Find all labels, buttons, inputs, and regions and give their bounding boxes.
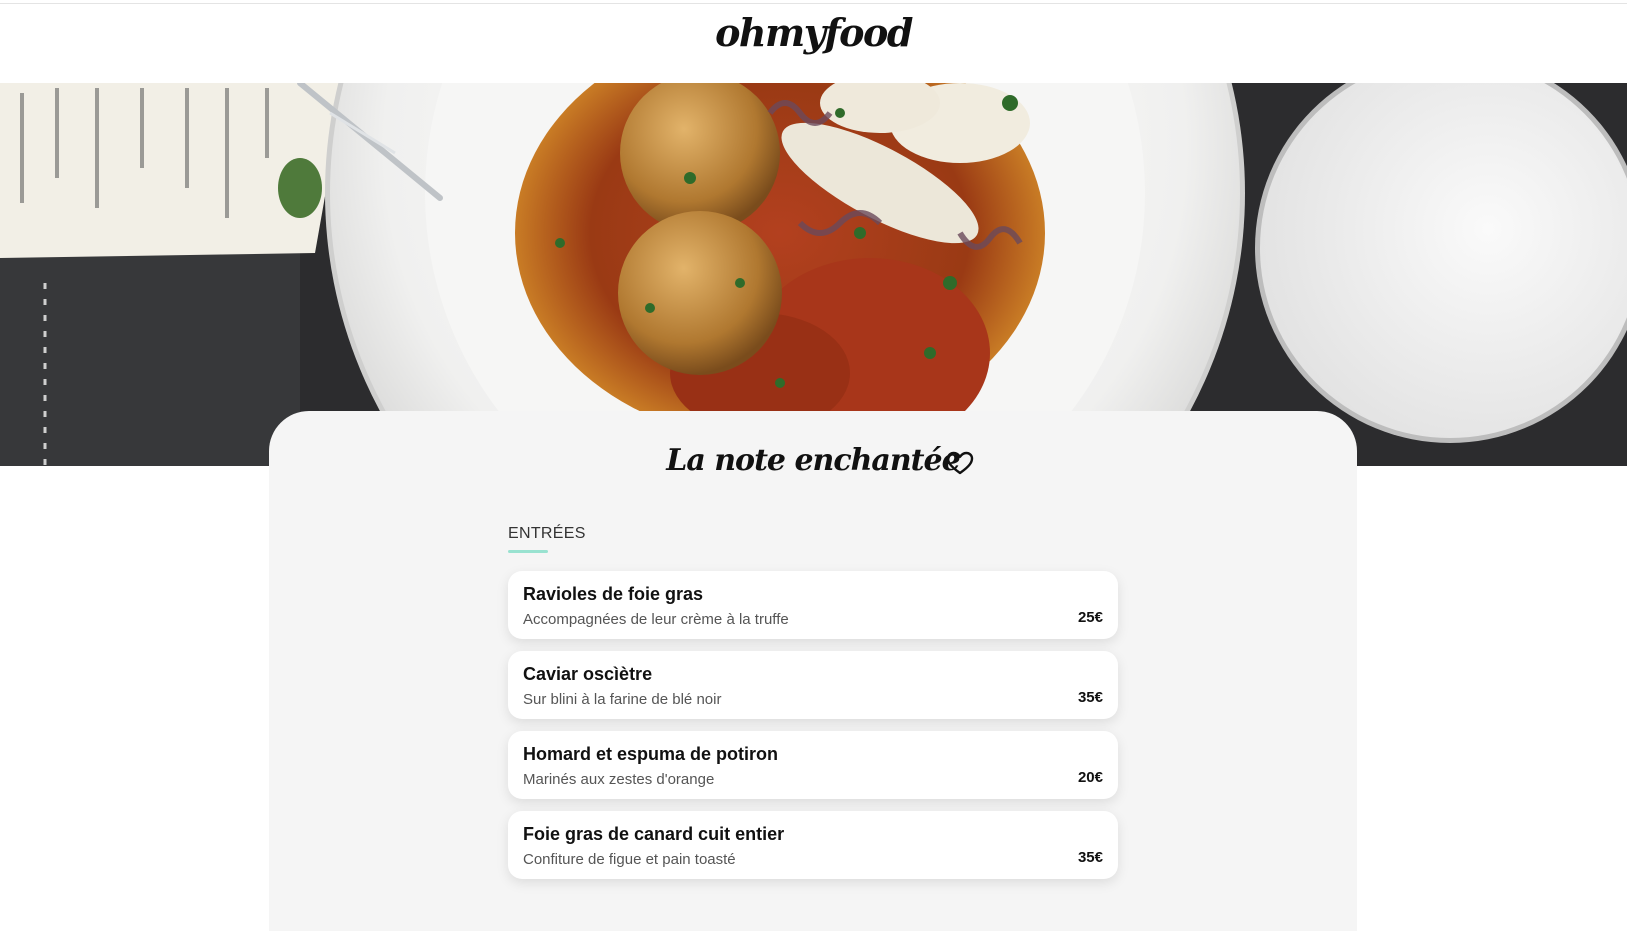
- dish-description: Marinés aux zestes d'orange: [523, 771, 715, 788]
- menu-item[interactable]: Homard et espuma de potiron Marinés aux …: [508, 731, 1118, 799]
- section-underline: [508, 550, 548, 553]
- dish-price: 35€: [1077, 849, 1103, 866]
- dish-price: 20€: [1077, 769, 1103, 786]
- dish-price: 35€: [1077, 689, 1103, 706]
- section-title: ENTRÉES: [508, 525, 586, 542]
- menu-item[interactable]: Foie gras de canard cuit entier Confitur…: [508, 811, 1118, 879]
- dish-name: Ravioles de foie gras: [523, 584, 704, 604]
- title-row: La note enchantée: [269, 443, 1357, 493]
- dish-price: 25€: [1077, 609, 1103, 626]
- site-header: ohmyfood: [0, 4, 1627, 83]
- dish-description: Sur blini à la farine de blé noir: [523, 691, 722, 708]
- dish-name: Homard et espuma de potiron: [523, 744, 779, 764]
- dish-description: Confiture de figue et pain toasté: [523, 851, 736, 868]
- heart-icon[interactable]: [946, 450, 974, 476]
- logo[interactable]: ohmyfood: [0, 10, 1627, 55]
- menu-item[interactable]: Caviar oscìètre Sur blini à la farine de…: [508, 651, 1118, 719]
- restaurant-panel: La note enchantée ENTRÉES Ravioles de fo…: [269, 411, 1357, 931]
- restaurant-title: La note enchantée: [666, 443, 960, 478]
- dish-description: Accompagnées de leur crème à la truffe: [523, 611, 789, 628]
- dish-name: Foie gras de canard cuit entier: [523, 824, 785, 844]
- hero-image: [0, 83, 1627, 466]
- menu-list: Ravioles de foie gras Accompagnées de le…: [508, 571, 1118, 891]
- hero-food-photo: [0, 83, 1627, 466]
- menu-item[interactable]: Ravioles de foie gras Accompagnées de le…: [508, 571, 1118, 639]
- dish-name: Caviar oscìètre: [523, 664, 653, 684]
